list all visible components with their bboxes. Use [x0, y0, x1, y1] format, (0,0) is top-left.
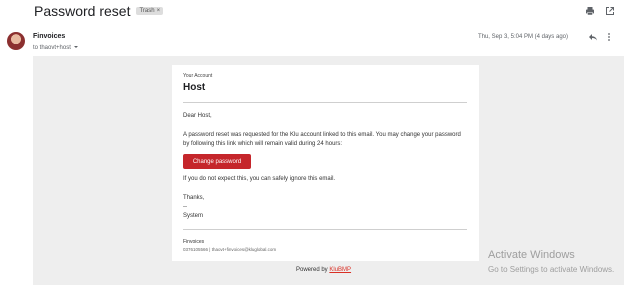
powered-by-prefix: Powered by — [296, 267, 330, 273]
card-heading: Host — [183, 82, 206, 93]
more-vert-icon[interactable] — [604, 32, 614, 45]
footer-divider — [183, 229, 467, 230]
powered-by: Powered by KluBMP — [296, 267, 351, 273]
signature-name: System — [183, 213, 204, 219]
footer-contact: 0376105566 | thaovt+finvoices@kluglobal.… — [183, 247, 277, 252]
close-icon[interactable]: × — [157, 8, 161, 14]
your-account-label: Your Account — [183, 73, 213, 79]
recipient-text: to thaovt+host — [33, 45, 71, 51]
divider — [183, 102, 467, 103]
sender-name: Finvoices — [33, 33, 66, 40]
greeting: Dear Host, — [183, 113, 212, 119]
recipient-line[interactable]: to thaovt+host — [33, 44, 79, 52]
footer-company: Finvoices — [183, 239, 205, 245]
change-password-button[interactable]: Change password — [183, 154, 251, 169]
thanks-text: Thanks, — [183, 195, 205, 201]
ignore-text: If you do not expect this, you can safel… — [183, 176, 336, 182]
klubmp-link[interactable]: KluBMP — [329, 267, 351, 273]
chevron-down-icon[interactable] — [73, 44, 79, 52]
signature-dash: -- — [183, 204, 187, 210]
reset-paragraph: A password reset was requested for the K… — [183, 132, 461, 147]
email-date: Thu, Sep 3, 5:04 PM (4 days ago) — [477, 34, 568, 40]
avatar — [7, 32, 25, 50]
open-in-new-window-icon[interactable] — [605, 6, 615, 16]
reply-icon[interactable] — [588, 32, 598, 45]
top-icons — [585, 6, 615, 16]
email-card: Your Account Host Dear Host, A password … — [172, 65, 479, 261]
print-icon[interactable] — [585, 6, 595, 16]
subject-row: Password reset Trash × — [34, 3, 164, 19]
activate-windows-title: Activate Windows — [488, 249, 575, 261]
label-chip-text: Trash — [139, 8, 155, 14]
activate-windows-subtitle: Go to Settings to activate Windows. — [488, 265, 615, 274]
trash-label-chip[interactable]: Trash × — [136, 7, 164, 15]
email-subject: Password reset — [34, 3, 131, 19]
